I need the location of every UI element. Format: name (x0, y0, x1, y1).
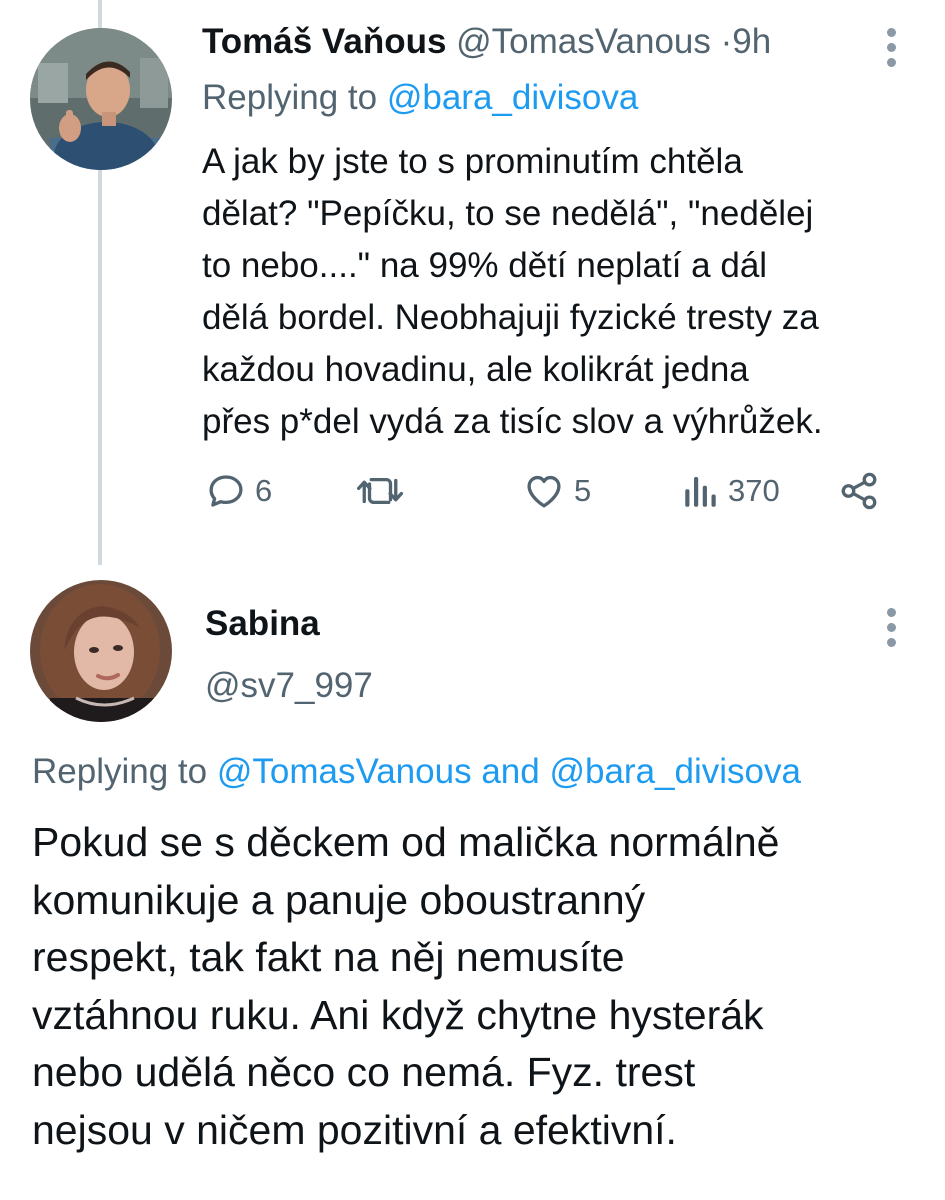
more-options-icon[interactable] (885, 28, 897, 73)
mention-link[interactable]: @bara_divisova (387, 78, 639, 117)
display-name[interactable]: Tomáš Vaňous (202, 22, 446, 61)
tweet-actions: 6 5 370 (0, 470, 945, 526)
reply-button[interactable]: 6 (205, 470, 272, 512)
retweet-icon (356, 477, 404, 505)
share-icon (841, 472, 877, 510)
tweet-header: Tomáš Vaňous @TomasVanous ·9h (202, 22, 771, 62)
mention-link[interactable]: @bara_divisova (549, 752, 801, 791)
avatar-man-icon (30, 28, 172, 170)
replying-to-label: Replying to (202, 78, 378, 117)
avatar[interactable] (30, 28, 172, 170)
replying-to: Replying to @TomasVanous and @bara_divis… (32, 752, 801, 792)
avatar-woman-icon (30, 580, 172, 722)
replying-to: Replying to @bara_divisova (202, 78, 638, 118)
reply-count: 6 (255, 473, 273, 508)
mention-link[interactable]: @TomasVanous (217, 752, 472, 791)
timestamp[interactable]: 9h (732, 22, 771, 61)
more-options-icon[interactable] (885, 608, 897, 653)
share-button[interactable] (838, 470, 880, 512)
replying-and: and (481, 752, 540, 791)
retweet-button[interactable] (355, 470, 413, 512)
views-count: 370 (728, 473, 780, 508)
display-name[interactable]: Sabina (205, 604, 320, 644)
user-handle[interactable]: @sv7_997 (205, 666, 373, 706)
views-chart-icon (685, 477, 716, 507)
replying-to-label: Replying to (32, 752, 208, 791)
tweet-text: A jak by jste to s prominutím chtěla děl… (202, 142, 823, 441)
user-handle[interactable]: @TomasVanous (456, 22, 711, 61)
reply-icon (209, 475, 243, 507)
separator-dot: · (720, 22, 733, 61)
heart-icon (527, 475, 561, 508)
like-count: 5 (574, 473, 592, 508)
avatar[interactable] (30, 580, 172, 722)
tweet-text: Pokud se s děckem od malička normálně ko… (32, 819, 780, 1153)
like-button[interactable]: 5 (522, 470, 591, 512)
views-button[interactable]: 370 (682, 470, 780, 512)
